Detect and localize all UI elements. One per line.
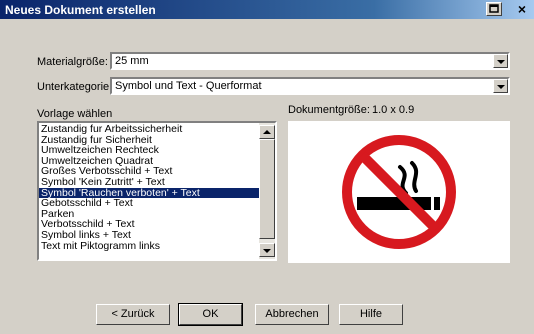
list-item[interactable]: Symbol 'Kein Zutritt' + Text bbox=[39, 177, 261, 188]
material-size-value: 25 mm bbox=[115, 55, 149, 67]
subcategory-label: Unterkategorie: bbox=[37, 81, 113, 93]
scrollbar[interactable] bbox=[259, 123, 275, 259]
subcategory-value: Symbol und Text - Querformat bbox=[115, 80, 262, 92]
list-item[interactable]: Zustandig fur Arbeitssicherheit bbox=[39, 124, 261, 135]
list-item[interactable]: Umweltzeichen Rechteck bbox=[39, 145, 261, 156]
list-item[interactable]: Parken bbox=[39, 209, 261, 220]
ok-button[interactable]: OK bbox=[178, 303, 243, 326]
list-item[interactable]: Symbol links + Text bbox=[39, 230, 261, 241]
scrollbar-thumb[interactable] bbox=[259, 139, 275, 239]
close-icon[interactable]: × bbox=[514, 2, 530, 16]
list-item[interactable]: Großes Verbotsschild + Text bbox=[39, 166, 261, 177]
list-item[interactable]: Text mit Piktogramm links bbox=[39, 241, 261, 252]
window-title: Neues Dokument erstellen bbox=[5, 3, 156, 17]
no-smoking-icon bbox=[342, 135, 456, 249]
list-item[interactable]: Verbotsschild + Text bbox=[39, 219, 261, 230]
chevron-down-icon[interactable] bbox=[493, 79, 508, 93]
template-list: Zustandig fur Arbeitssicherheit Zustandig… bbox=[39, 124, 261, 251]
scroll-down-icon[interactable] bbox=[259, 243, 275, 257]
material-size-label: Materialgröße: bbox=[37, 56, 108, 68]
document-size-value: 1.0 x 0.9 bbox=[372, 104, 415, 116]
list-item[interactable]: Symbol 'Rauchen verboten' + Text bbox=[39, 187, 261, 199]
subcategory-select[interactable]: Symbol und Text - Querformat bbox=[110, 77, 510, 95]
cancel-button[interactable]: Abbrechen bbox=[255, 304, 329, 325]
chevron-down-icon[interactable] bbox=[493, 54, 508, 68]
list-item[interactable]: Umweltzeichen Quadrat bbox=[39, 156, 261, 167]
document-preview bbox=[288, 121, 510, 263]
back-button[interactable]: < Zurück bbox=[96, 304, 170, 325]
list-item[interactable]: Gebotsschild + Text bbox=[39, 198, 261, 209]
document-size-label: Dokumentgröße: bbox=[288, 104, 370, 116]
material-size-select[interactable]: 25 mm bbox=[110, 52, 510, 70]
template-label: Vorlage wählen bbox=[37, 108, 113, 120]
list-item[interactable]: Zustandig fur Sicherheit bbox=[39, 135, 261, 146]
template-listbox[interactable]: Zustandig fur Arbeitssicherheit Zustandig… bbox=[37, 121, 277, 261]
title-bar: Neues Dokument erstellen × bbox=[0, 0, 534, 19]
scroll-up-icon[interactable] bbox=[259, 125, 275, 139]
help-button[interactable]: Hilfe bbox=[339, 304, 403, 325]
restore-icon[interactable] bbox=[486, 2, 502, 16]
